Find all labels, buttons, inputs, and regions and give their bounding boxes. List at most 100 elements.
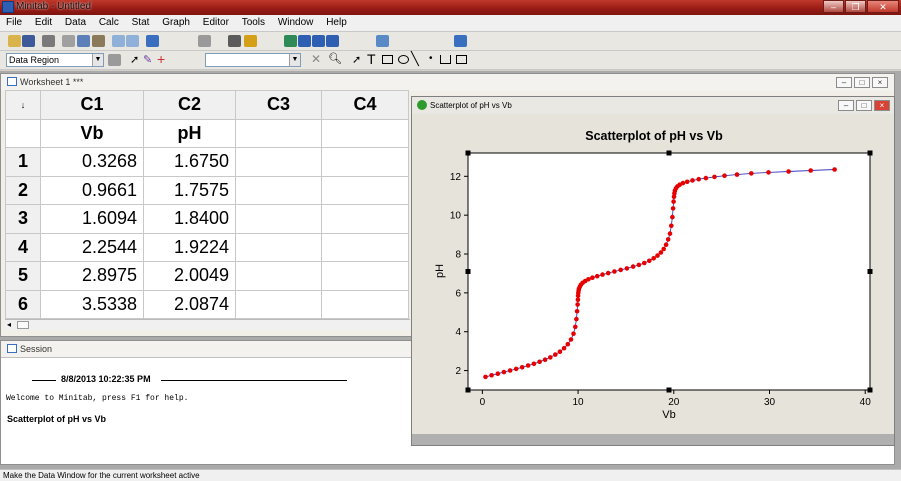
line-icon[interactable]: ╲ [411,51,419,67]
column-name-c3[interactable] [235,118,322,148]
data-point[interactable] [670,206,676,211]
data-point[interactable] [651,256,656,261]
cancel-icon[interactable]: ✕ [311,52,321,66]
data-point[interactable] [531,361,537,367]
menu-data[interactable]: Data [59,15,90,28]
open-icon[interactable] [8,35,21,47]
selection-handle[interactable] [666,387,672,393]
cell-c4[interactable] [321,232,409,262]
data-point[interactable] [808,168,813,173]
data-point[interactable] [542,357,548,362]
menu-graph[interactable]: Graph [156,15,194,28]
data-point[interactable] [667,231,673,236]
undo-icon[interactable] [112,35,125,47]
data-point[interactable] [734,172,740,177]
cell-c4[interactable] [321,204,409,234]
close-button[interactable]: × [872,77,888,88]
row-number[interactable]: 6 [5,289,41,319]
plot-area[interactable] [467,152,871,391]
data-point[interactable] [561,345,567,351]
data-point[interactable] [722,173,727,178]
data-point[interactable] [574,309,580,314]
row-number[interactable]: 1 [5,147,41,177]
row-number[interactable]: 3 [5,204,41,234]
cell-c2[interactable]: 1.7575 [143,175,236,205]
data-point[interactable] [574,316,579,322]
data-point[interactable] [624,266,630,271]
maximize-button[interactable]: □ [854,77,870,88]
data-point[interactable] [696,176,701,182]
chevron-down-icon[interactable]: ▼ [289,54,300,66]
session-icon[interactable] [284,35,297,47]
data-point[interactable] [553,352,558,357]
graph-icon[interactable] [146,35,159,47]
cell-c4[interactable] [321,261,409,291]
minitab-app-icon[interactable] [2,1,14,13]
data-point[interactable] [749,171,754,176]
data-point[interactable] [489,373,494,378]
data-point[interactable] [537,359,542,365]
cell-c3[interactable] [235,261,322,291]
cell-c3[interactable] [235,147,322,177]
cell-c3[interactable] [235,175,322,205]
selection-handle[interactable] [465,387,471,393]
close-button[interactable]: × [874,100,890,111]
data-point[interactable] [647,258,652,264]
worksheet-icon[interactable] [298,35,311,47]
cell-c3[interactable] [235,204,322,234]
ellipse-icon[interactable] [398,55,409,64]
menu-calc[interactable]: Calc [93,15,123,28]
selection-handle[interactable] [867,150,873,156]
data-point[interactable] [565,341,571,347]
cell-c4[interactable] [321,147,409,177]
scroll-thumb[interactable] [17,321,29,329]
column-name-c4[interactable] [321,118,409,148]
data-point[interactable] [663,242,669,247]
cell-c1[interactable]: 2.8975 [40,261,144,291]
graph-gallery-icon[interactable] [454,35,467,47]
data-point[interactable] [665,237,671,242]
data-point[interactable] [507,368,513,373]
minimize-button[interactable]: – [823,0,844,13]
data-point[interactable] [548,355,553,360]
scroll-left-icon[interactable]: ◂ [7,320,11,329]
data-point[interactable] [519,365,525,370]
data-direction-arrow[interactable]: ↓ [5,90,41,120]
cell-c3[interactable] [235,289,322,319]
data-point[interactable] [571,331,576,336]
data-point[interactable] [670,214,675,220]
marker-icon[interactable]: • [429,53,433,64]
data-point[interactable] [586,277,591,282]
data-point[interactable] [618,267,623,273]
column-header-c1[interactable]: C1 [40,90,144,120]
cell-c3[interactable] [235,232,322,262]
cell-c4[interactable] [321,289,409,319]
data-point[interactable] [661,246,666,252]
find-icon[interactable] [198,35,211,47]
data-point[interactable] [684,179,690,185]
selection-handle[interactable] [465,269,471,274]
project-icon[interactable] [312,35,325,47]
cell-c2[interactable]: 1.6750 [143,147,236,177]
data-point[interactable] [680,180,686,186]
worksheet-horizontal-scrollbar[interactable]: ◂ [5,319,410,330]
help-icon[interactable] [244,35,257,47]
maximize-button[interactable]: ❐ [845,0,866,13]
data-point[interactable] [573,324,578,330]
data-point[interactable] [612,269,617,274]
column-name-c2[interactable]: pH [143,118,236,148]
menu-file[interactable]: File [0,15,26,28]
layout-icon[interactable] [376,35,389,47]
cell-c1[interactable]: 2.2544 [40,232,144,262]
save-icon[interactable] [22,35,35,47]
data-point[interactable] [655,253,660,258]
menu-window[interactable]: Window [272,15,318,28]
data-point[interactable] [766,170,771,175]
data-point[interactable] [483,374,488,380]
cell-c1[interactable]: 3.5338 [40,289,144,319]
close-button[interactable]: ✕ [867,0,899,13]
data-point[interactable] [712,174,717,180]
polyline-icon[interactable] [440,55,451,64]
menu-tools[interactable]: Tools [236,15,269,28]
column-header-c4[interactable]: C4 [321,90,409,120]
